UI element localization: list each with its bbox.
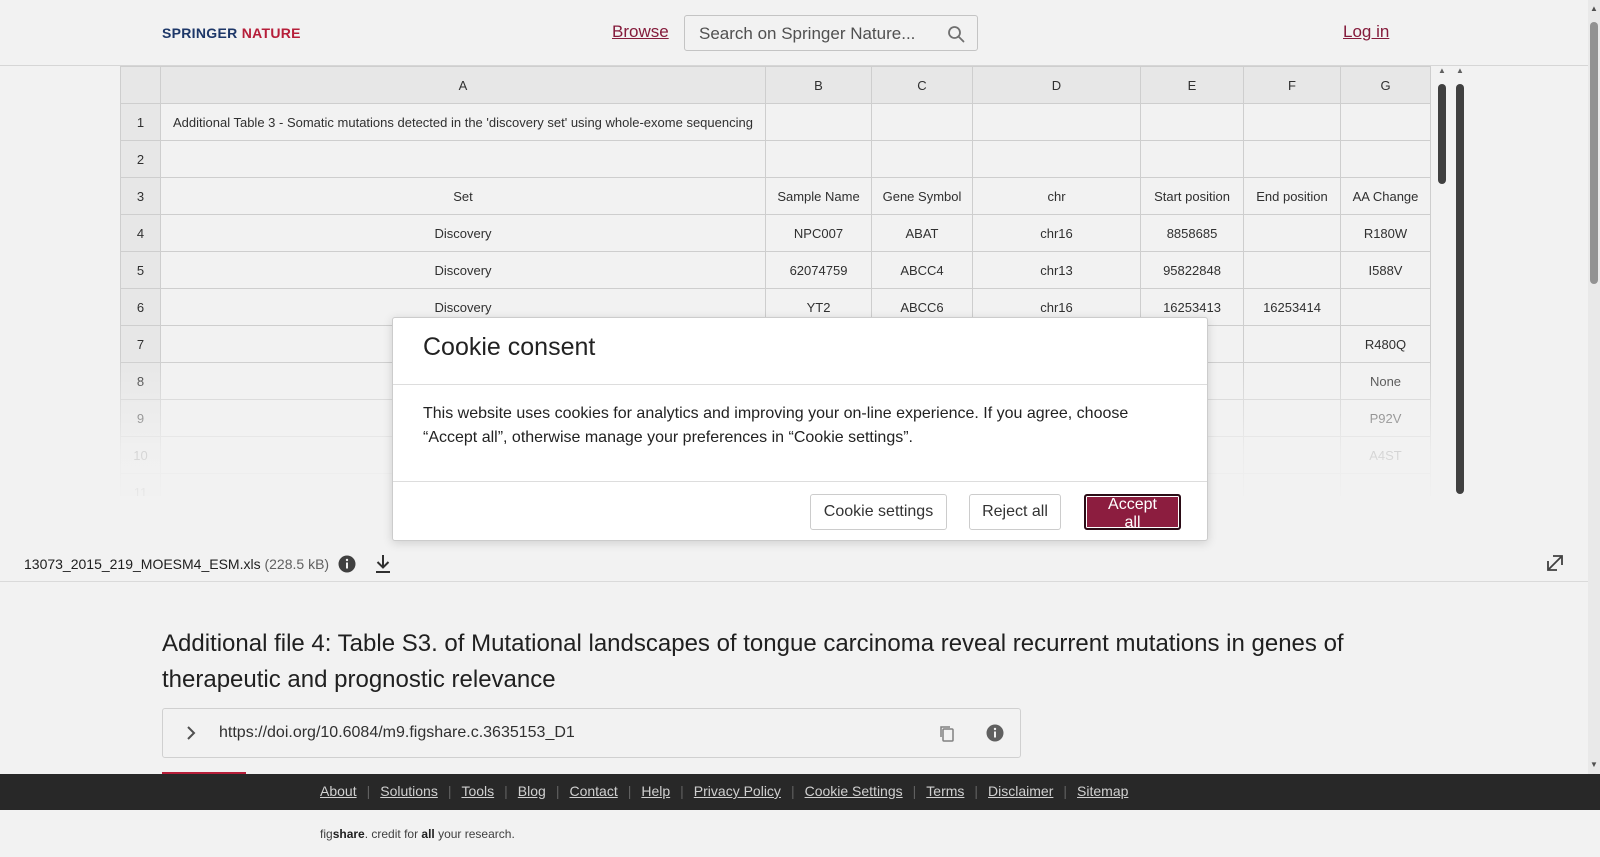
cookie-dialog-body: This website uses cookies for analytics …	[423, 405, 1129, 446]
cookie-dialog-title: Cookie consent	[423, 333, 596, 361]
divider	[393, 384, 1207, 385]
cookie-consent-dialog: Cookie consent This website uses cookies…	[392, 317, 1208, 541]
accept-all-button[interactable]: Accept all	[1084, 494, 1181, 531]
cookie-settings-button[interactable]: Cookie settings	[810, 494, 947, 530]
reject-all-button[interactable]: Reject all	[969, 494, 1061, 530]
divider	[393, 481, 1207, 482]
